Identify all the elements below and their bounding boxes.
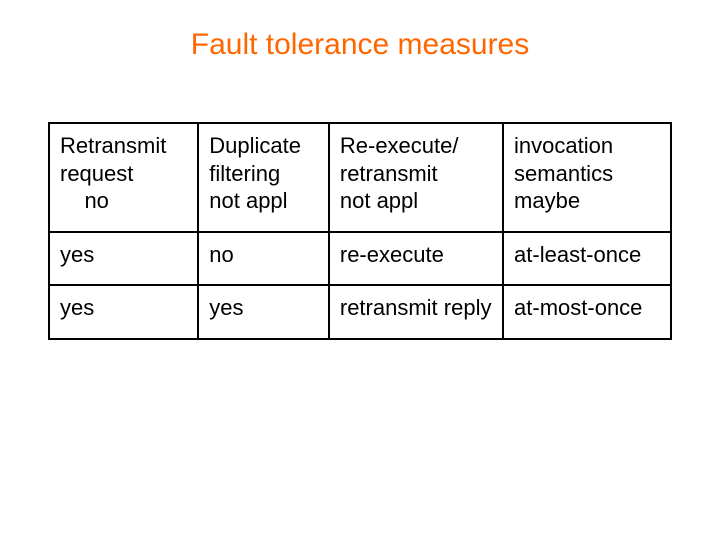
cell-semantics: at-least-once bbox=[503, 232, 671, 286]
cell-retransmit: yes bbox=[49, 232, 198, 286]
cell-duplicate: no bbox=[198, 232, 329, 286]
table-row: yes no re-execute at-least-once bbox=[49, 232, 671, 286]
hdr-text: no bbox=[60, 187, 187, 215]
col-reexecute-header: Re-execute/ retransmit not appl bbox=[329, 123, 503, 232]
hdr-text: not appl bbox=[340, 187, 492, 215]
hdr-text: Duplicate bbox=[209, 132, 318, 160]
cell-reexecute: retransmit reply bbox=[329, 285, 503, 339]
table-container: Retransmit request no Duplicate filterin… bbox=[48, 122, 672, 340]
hdr-text: Re-execute/ bbox=[340, 132, 492, 160]
cell-retransmit: yes bbox=[49, 285, 198, 339]
cell-reexecute: re-execute bbox=[329, 232, 503, 286]
page-title: Fault tolerance measures bbox=[0, 0, 720, 62]
table-header-row: Retransmit request no Duplicate filterin… bbox=[49, 123, 671, 232]
hdr-text: Retransmit bbox=[60, 132, 187, 160]
col-retransmit-header: Retransmit request no bbox=[49, 123, 198, 232]
col-duplicate-header: Duplicate filtering not appl bbox=[198, 123, 329, 232]
table-row: yes yes retransmit reply at-most-once bbox=[49, 285, 671, 339]
hdr-text: semantics bbox=[514, 160, 660, 188]
hdr-text: invocation bbox=[514, 132, 660, 160]
col-semantics-header: invocation semantics maybe bbox=[503, 123, 671, 232]
cell-semantics: at-most-once bbox=[503, 285, 671, 339]
fault-tolerance-table: Retransmit request no Duplicate filterin… bbox=[48, 122, 672, 340]
cell-duplicate: yes bbox=[198, 285, 329, 339]
hdr-text: request bbox=[60, 160, 187, 188]
hdr-text: maybe bbox=[514, 187, 660, 215]
hdr-text: retransmit bbox=[340, 160, 492, 188]
slide: Fault tolerance measures Retransmit requ… bbox=[0, 0, 720, 540]
hdr-text: filtering bbox=[209, 160, 318, 188]
hdr-text: not appl bbox=[209, 187, 318, 215]
